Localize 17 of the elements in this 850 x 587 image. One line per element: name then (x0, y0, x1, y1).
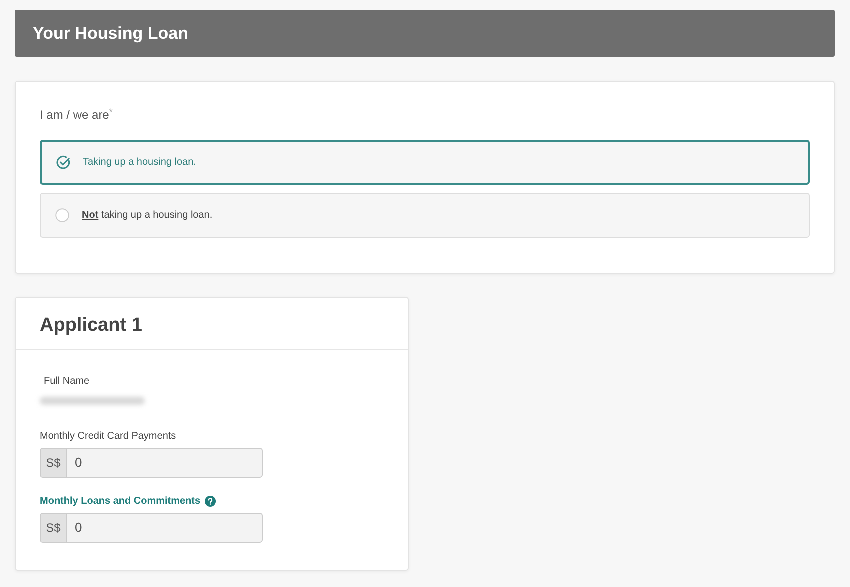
help-icon[interactable] (204, 496, 216, 506)
currency-field[interactable]: S$ 0 (40, 448, 263, 478)
radio-option[interactable]: Not taking up a housing loan. (40, 193, 810, 238)
radio-option[interactable]: Taking up a housing loan. (40, 140, 810, 185)
question-label: I am / we are* (40, 106, 114, 124)
currency-field[interactable]: S$ 0 (40, 512, 263, 542)
amount-input[interactable]: 0 (67, 514, 257, 542)
amount-input[interactable]: 0 (67, 448, 257, 476)
currency-prefix: S$ (41, 514, 67, 542)
currency-prefix: S$ (41, 448, 67, 476)
page-title: Your Housing Loan (33, 22, 189, 45)
field-label: Full Name (44, 374, 91, 388)
field-label: Monthly Loans and Commitments (40, 494, 201, 508)
card-title: Applicant 1 (16, 298, 408, 350)
radio-icon (55, 208, 70, 223)
check-circle-icon (56, 155, 71, 170)
field-label: Monthly Credit Card Payments (40, 430, 176, 444)
